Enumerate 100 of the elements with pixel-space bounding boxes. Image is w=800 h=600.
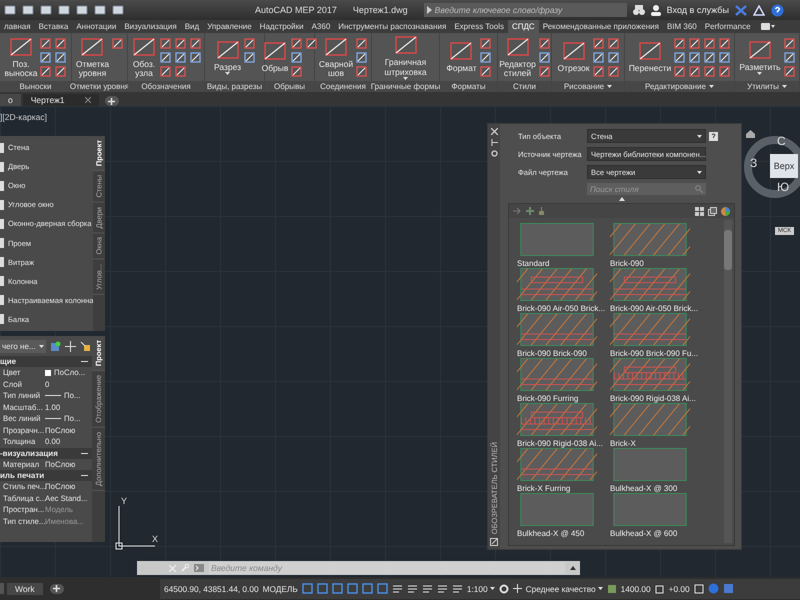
ribbon-tab[interactable]: А360 [308,20,334,33]
panel-title-bar[interactable]: Отметки уровня [72,81,127,92]
tool-icon[interactable] [674,66,686,76]
tool-icon[interactable] [608,66,619,76]
style-tile[interactable]: Bulkhead-X @ 600 [610,493,703,538]
panel-title-bar[interactable]: Соединения [315,81,371,92]
ribbon-button[interactable]: Редактор стилей [499,36,536,78]
ribbon-tab[interactable]: Express Tools [450,20,508,33]
tool-icon[interactable] [175,66,186,76]
new-layout-button[interactable] [50,584,64,594]
home-icon[interactable] [746,130,755,138]
tool-icon[interactable] [291,52,302,62]
style-tile[interactable]: Brick-090 [610,223,703,268]
elevation-value[interactable]: 1400.00 [620,584,651,594]
ribbon-tab[interactable]: СПДС [508,20,539,33]
tool-icon[interactable] [175,38,186,48]
tool-icon[interactable] [356,52,368,62]
caret-icon[interactable] [570,566,576,570]
tool-icon[interactable] [55,52,66,62]
tool-icon[interactable] [190,38,201,48]
tool-icon[interactable] [55,66,66,76]
tool-icon[interactable] [784,52,795,62]
style-tile[interactable]: Brick-090 Furring [517,358,610,403]
tool-icon[interactable] [674,38,686,48]
tool-icon[interactable] [356,38,368,48]
drawing-canvas[interactable] [0,106,800,577]
search-field[interactable]: Поиск стиля [587,183,706,195]
ribbon-tab[interactable]: Рекомендованные приложения [538,20,663,33]
tool-icon[interactable] [175,52,186,62]
scale-dropdown[interactable]: 1:100 [466,584,495,594]
ribbon-tab[interactable]: Вид [180,20,204,33]
ribbon-button[interactable]: Отметка уровня [76,36,110,78]
prompt-icon[interactable] [194,564,204,572]
ribbon-tab[interactable]: Вставка [34,20,72,33]
user-icon[interactable] [650,4,661,16]
selection-dropdown[interactable]: чего не... [0,340,46,352]
tool-icon[interactable] [719,66,730,76]
style-tile[interactable]: Brick-090 Air-050 Brick... [610,268,703,313]
tool-icon[interactable] [40,52,52,62]
tool-icon[interactable] [291,66,302,76]
tool-icon[interactable] [538,52,550,62]
crosshair-icon[interactable] [65,340,76,352]
quick-select-icon[interactable] [50,340,61,352]
tool-icon[interactable] [160,52,171,62]
tool-icon[interactable] [40,66,52,76]
collapse-icon[interactable] [81,472,88,479]
tool-icon[interactable] [538,38,550,48]
coordinates[interactable]: 64500.90, 43851.44, 0.00 [164,584,259,594]
tool-icon[interactable] [480,66,491,76]
ribbon-tab[interactable]: Инструменты распознавания [334,20,450,33]
document-tab[interactable]: Чертеж1 [22,94,99,106]
tool-icon[interactable] [160,66,171,76]
tool-icon[interactable] [704,66,716,76]
tool-icon[interactable] [160,38,171,48]
section-header[interactable]: -визуализация [0,448,92,458]
layout-tab[interactable]: Work [7,582,43,594]
ribbon-tab[interactable]: Performance [700,20,755,33]
ribbon-button[interactable]: Перенести [628,40,672,74]
style-tile[interactable]: Brick-090 Air-050 Brick... [517,268,610,313]
style-tile[interactable]: Brick-090 Brick-090 Fu... [610,313,703,358]
close-icon[interactable] [490,128,498,135]
pin-icon[interactable] [490,139,498,146]
help-icon[interactable] [709,132,718,140]
collapse-arrow-icon[interactable] [618,197,624,201]
tool-icon[interactable] [55,38,66,48]
ribbon-button[interactable]: Разрез [214,38,242,76]
tool-icon[interactable] [784,38,795,48]
ribbon-button[interactable]: Граничная штриховка [384,34,427,80]
document-tab[interactable]: о [0,94,21,106]
ribbon-button[interactable]: Формат [446,40,477,74]
tool-icon[interactable] [306,38,318,48]
brush-icon[interactable] [538,207,545,215]
panel-toggle-icon[interactable] [760,23,775,30]
ribbon-button[interactable]: Разметить [739,38,781,76]
tool-icon[interactable] [608,52,619,62]
tool-icon[interactable] [538,66,550,76]
tool-icon[interactable] [40,38,52,48]
style-tile[interactable]: Brick-X Furring [517,448,610,493]
quality-dropdown[interactable]: Среднее качество [526,584,603,594]
panel-title-bar[interactable]: Форматы [440,81,497,92]
scrollbar[interactable] [724,220,732,543]
style-tile[interactable]: Bulkhead-X @ 300 [610,448,703,493]
ribbon-button[interactable]: Обрыв [262,40,288,74]
ribbon-tab[interactable]: BIM 360 [662,20,701,33]
panel-title-bar[interactable]: Обрывы [265,81,314,92]
panel-title-bar[interactable]: Обозначения [128,81,204,92]
close-icon[interactable] [84,97,91,103]
window-icon[interactable] [694,584,704,594]
expand-arrow-icon[interactable] [426,6,432,14]
tool-icon[interactable] [704,52,716,62]
ribbon-button[interactable]: Поз. выноска [4,36,38,78]
settings-icon[interactable] [490,150,498,157]
tool-icon[interactable] [190,52,201,62]
copy-icon[interactable] [708,206,717,216]
viewport-label[interactable]: ][2D-каркас] [0,112,48,122]
ribbon-tab[interactable]: лавная [0,20,35,33]
command-input[interactable]: Введите команду [209,562,565,574]
panel-title-bar[interactable]: Рисование [552,81,624,92]
select-objects-icon[interactable] [80,340,91,352]
tool-icon[interactable] [689,52,700,62]
